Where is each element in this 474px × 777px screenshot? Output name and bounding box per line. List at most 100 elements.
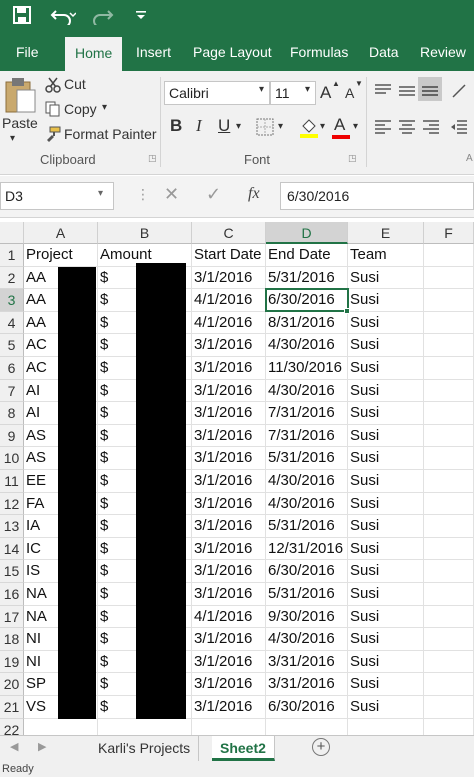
row-header[interactable]: 16 <box>0 583 24 606</box>
column-header-a[interactable]: A <box>24 222 98 244</box>
row-header[interactable]: 18 <box>0 628 24 651</box>
grid-cell[interactable] <box>424 311 474 335</box>
row-header[interactable]: 20 <box>0 673 24 696</box>
scroll-sheets-left-icon[interactable]: ◀ <box>10 740 18 753</box>
font-size-dropdown-icon[interactable]: ▾ <box>305 84 310 95</box>
borders-dropdown-icon[interactable]: ▾ <box>278 121 283 132</box>
grid-cell[interactable]: Susi <box>348 334 424 357</box>
grid-cell[interactable]: 4/30/2016 <box>266 470 348 493</box>
copy-button[interactable]: Copy <box>64 101 97 117</box>
paste-button[interactable]: Paste <box>2 115 38 131</box>
grid-cell[interactable]: 3/1/2016 <box>192 470 266 493</box>
grid-cell[interactable]: Susi <box>348 266 424 290</box>
grow-font-button[interactable]: A <box>320 83 331 103</box>
borders-icon[interactable] <box>254 117 276 137</box>
grid-cell[interactable] <box>424 583 474 606</box>
row-header[interactable]: 13 <box>0 515 24 538</box>
grid-cell[interactable]: Susi <box>348 379 424 403</box>
fill-handle[interactable] <box>344 307 350 314</box>
copy-dropdown-icon[interactable]: ▾ <box>102 102 107 113</box>
row-header[interactable]: 8 <box>0 402 24 425</box>
row-header[interactable]: 9 <box>0 424 24 448</box>
grid-cell[interactable]: 3/1/2016 <box>192 537 266 561</box>
grid-cell[interactable] <box>424 696 474 719</box>
row-header[interactable]: 14 <box>0 537 24 561</box>
grid-cell[interactable]: 3/1/2016 <box>192 402 266 425</box>
tab-insert[interactable]: Insert <box>126 37 181 71</box>
grid-cell[interactable]: 9/30/2016 <box>266 605 348 629</box>
grid-cell[interactable]: Susi <box>348 515 424 538</box>
grid-cell[interactable]: 4/1/2016 <box>192 289 266 312</box>
grid-cell[interactable]: Susi <box>348 402 424 425</box>
underline-dropdown-icon[interactable]: ▾ <box>236 121 241 132</box>
customize-toolbar-icon[interactable] <box>132 3 150 27</box>
grid-cell[interactable]: 3/31/2016 <box>266 673 348 696</box>
grid-cell[interactable]: 3/1/2016 <box>192 583 266 606</box>
grid-cell[interactable]: 3/1/2016 <box>192 379 266 403</box>
copy-icon[interactable] <box>44 101 62 117</box>
align-center-icon[interactable] <box>396 117 418 137</box>
grid-cell[interactable]: 3/1/2016 <box>192 628 266 651</box>
column-header-e[interactable]: E <box>348 222 424 244</box>
grid-cell[interactable]: 5/31/2016 <box>266 447 348 470</box>
grid-cell[interactable]: 6/30/2016 <box>266 560 348 583</box>
grid-cell[interactable]: Susi <box>348 470 424 493</box>
row-header[interactable]: 2 <box>0 266 24 290</box>
font-name-dropdown-icon[interactable]: ▾ <box>259 84 264 95</box>
row-header[interactable]: 11 <box>0 470 24 493</box>
grid-cell[interactable]: 3/1/2016 <box>192 357 266 380</box>
grid-cell[interactable] <box>424 334 474 357</box>
align-bottom-icon[interactable] <box>418 77 442 101</box>
bold-button[interactable]: B <box>170 116 182 136</box>
scroll-sheets-right-icon[interactable]: ▶ <box>38 740 46 753</box>
grid-cell[interactable] <box>424 424 474 448</box>
add-sheet-button[interactable]: + <box>312 738 330 756</box>
sheet-tab-karlis-projects[interactable]: Karli's Projects <box>90 736 200 761</box>
column-header-c[interactable]: C <box>192 222 266 244</box>
select-all-corner[interactable] <box>0 222 24 244</box>
row-header[interactable]: 12 <box>0 492 24 516</box>
grid-cell[interactable]: 3/1/2016 <box>192 424 266 448</box>
grid-cell[interactable] <box>424 379 474 403</box>
underline-button[interactable]: U <box>218 116 230 136</box>
orientation-icon[interactable] <box>448 81 470 101</box>
insert-function-button[interactable]: fx <box>248 185 260 203</box>
row-header[interactable]: 3 <box>0 289 24 312</box>
fill-color-dropdown-icon[interactable]: ▾ <box>320 121 325 132</box>
column-header-d[interactable]: D <box>266 222 348 244</box>
font-color-dropdown-icon[interactable]: ▾ <box>353 121 358 132</box>
grid-cell[interactable]: 3/1/2016 <box>192 447 266 470</box>
grid-cell[interactable]: 4/1/2016 <box>192 311 266 335</box>
grid-cell[interactable]: 7/31/2016 <box>266 424 348 448</box>
grid-cell[interactable]: Susi <box>348 673 424 696</box>
shrink-font-button[interactable]: A <box>345 85 354 101</box>
row-header[interactable]: 17 <box>0 605 24 629</box>
grid-cell[interactable]: 5/31/2016 <box>266 515 348 538</box>
cut-button[interactable]: Cut <box>64 76 86 92</box>
confirm-entry-icon[interactable]: ✓ <box>206 184 221 205</box>
formula-input[interactable]: 6/30/2016 <box>280 182 474 210</box>
grid-cell[interactable]: Susi <box>348 560 424 583</box>
grid-cell[interactable]: 5/31/2016 <box>266 266 348 290</box>
header-cell[interactable]: Start Date <box>192 244 266 267</box>
spreadsheet-grid[interactable]: A B C D E F 1 Project Amount Start Date End Date Te… <box>0 222 474 742</box>
paste-dropdown-icon[interactable]: ▾ <box>10 133 15 144</box>
header-cell[interactable]: Project <box>24 244 98 267</box>
undo-icon[interactable] <box>46 3 80 27</box>
redo-icon[interactable] <box>88 3 122 27</box>
row-header[interactable]: 10 <box>0 447 24 470</box>
tab-file[interactable]: File <box>6 37 49 71</box>
grid-cell[interactable]: 11/30/2016 <box>266 357 348 380</box>
cancel-entry-icon[interactable]: ✕ <box>164 184 179 205</box>
column-header-f[interactable]: F <box>424 222 474 244</box>
grid-cell[interactable]: 3/1/2016 <box>192 673 266 696</box>
paste-icon[interactable] <box>2 75 38 115</box>
grid-cell[interactable]: 3/1/2016 <box>192 492 266 516</box>
tab-home[interactable]: Home <box>65 37 123 71</box>
grid-cell[interactable] <box>424 289 474 312</box>
row-header[interactable]: 15 <box>0 560 24 583</box>
cut-icon[interactable] <box>44 77 62 93</box>
font-launcher-icon[interactable]: ◳ <box>348 153 357 164</box>
row-header[interactable]: 21 <box>0 696 24 719</box>
grid-cell[interactable]: 3/31/2016 <box>266 650 348 674</box>
